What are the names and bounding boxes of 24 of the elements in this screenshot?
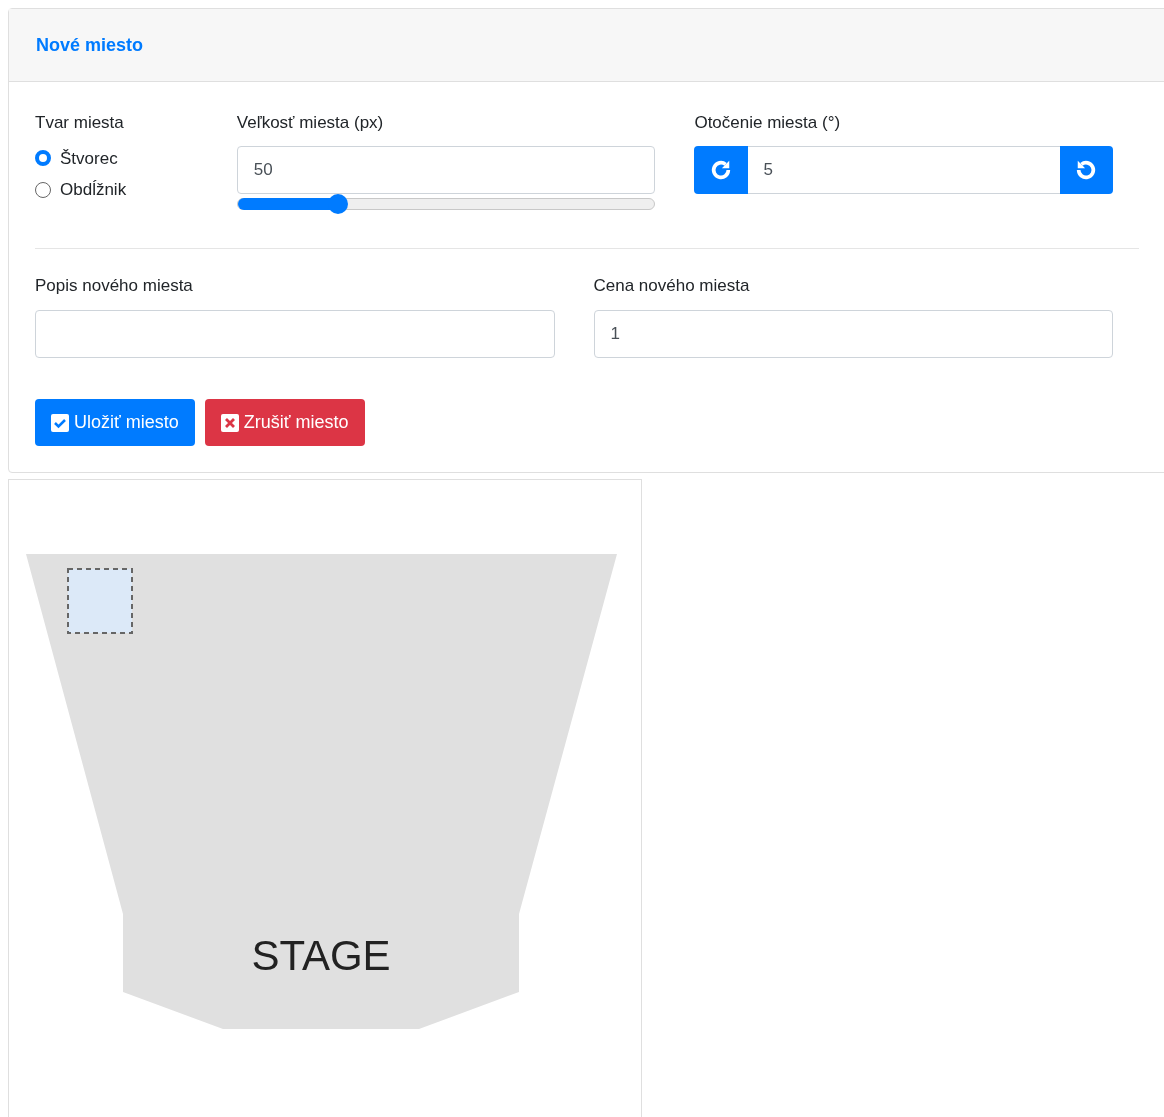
input-field[interactable]: 1 [593, 310, 1113, 358]
seat-preview[interactable] [67, 568, 133, 634]
field-label: Otočenie miesta (°) [694, 112, 841, 134]
stage-label: STAGE [251, 932, 391, 979]
field-label: Cena nového miesta [593, 274, 750, 297]
checkbox-icon [51, 413, 69, 432]
field-label: Tvar miesta [35, 112, 124, 134]
radio-button[interactable] [35, 150, 51, 167]
rotate-clockwise-icon [710, 158, 733, 181]
input-field[interactable] [35, 310, 555, 358]
close-icon [220, 413, 239, 432]
rotate-right-button[interactable] [694, 145, 749, 194]
rotate-left-button[interactable] [1060, 145, 1113, 194]
field-label: Veľkosť miesta (px) [236, 112, 384, 134]
rotate-counterclockwise-icon [1075, 158, 1098, 181]
save-button[interactable]: Uložiť miesto [35, 399, 195, 446]
field-label: Popis nového miesta [35, 274, 193, 297]
input-field[interactable]: 5 [748, 145, 1060, 194]
card-title: Nové miesto [36, 33, 144, 57]
radio-label[interactable]: Štvorec [60, 145, 118, 171]
radio-label[interactable]: Obdĺžnik [60, 177, 127, 203]
cancel-button[interactable]: Zrušiť miesto [204, 399, 365, 446]
radio-button[interactable] [35, 181, 51, 198]
input-field[interactable]: 50 [236, 145, 656, 194]
